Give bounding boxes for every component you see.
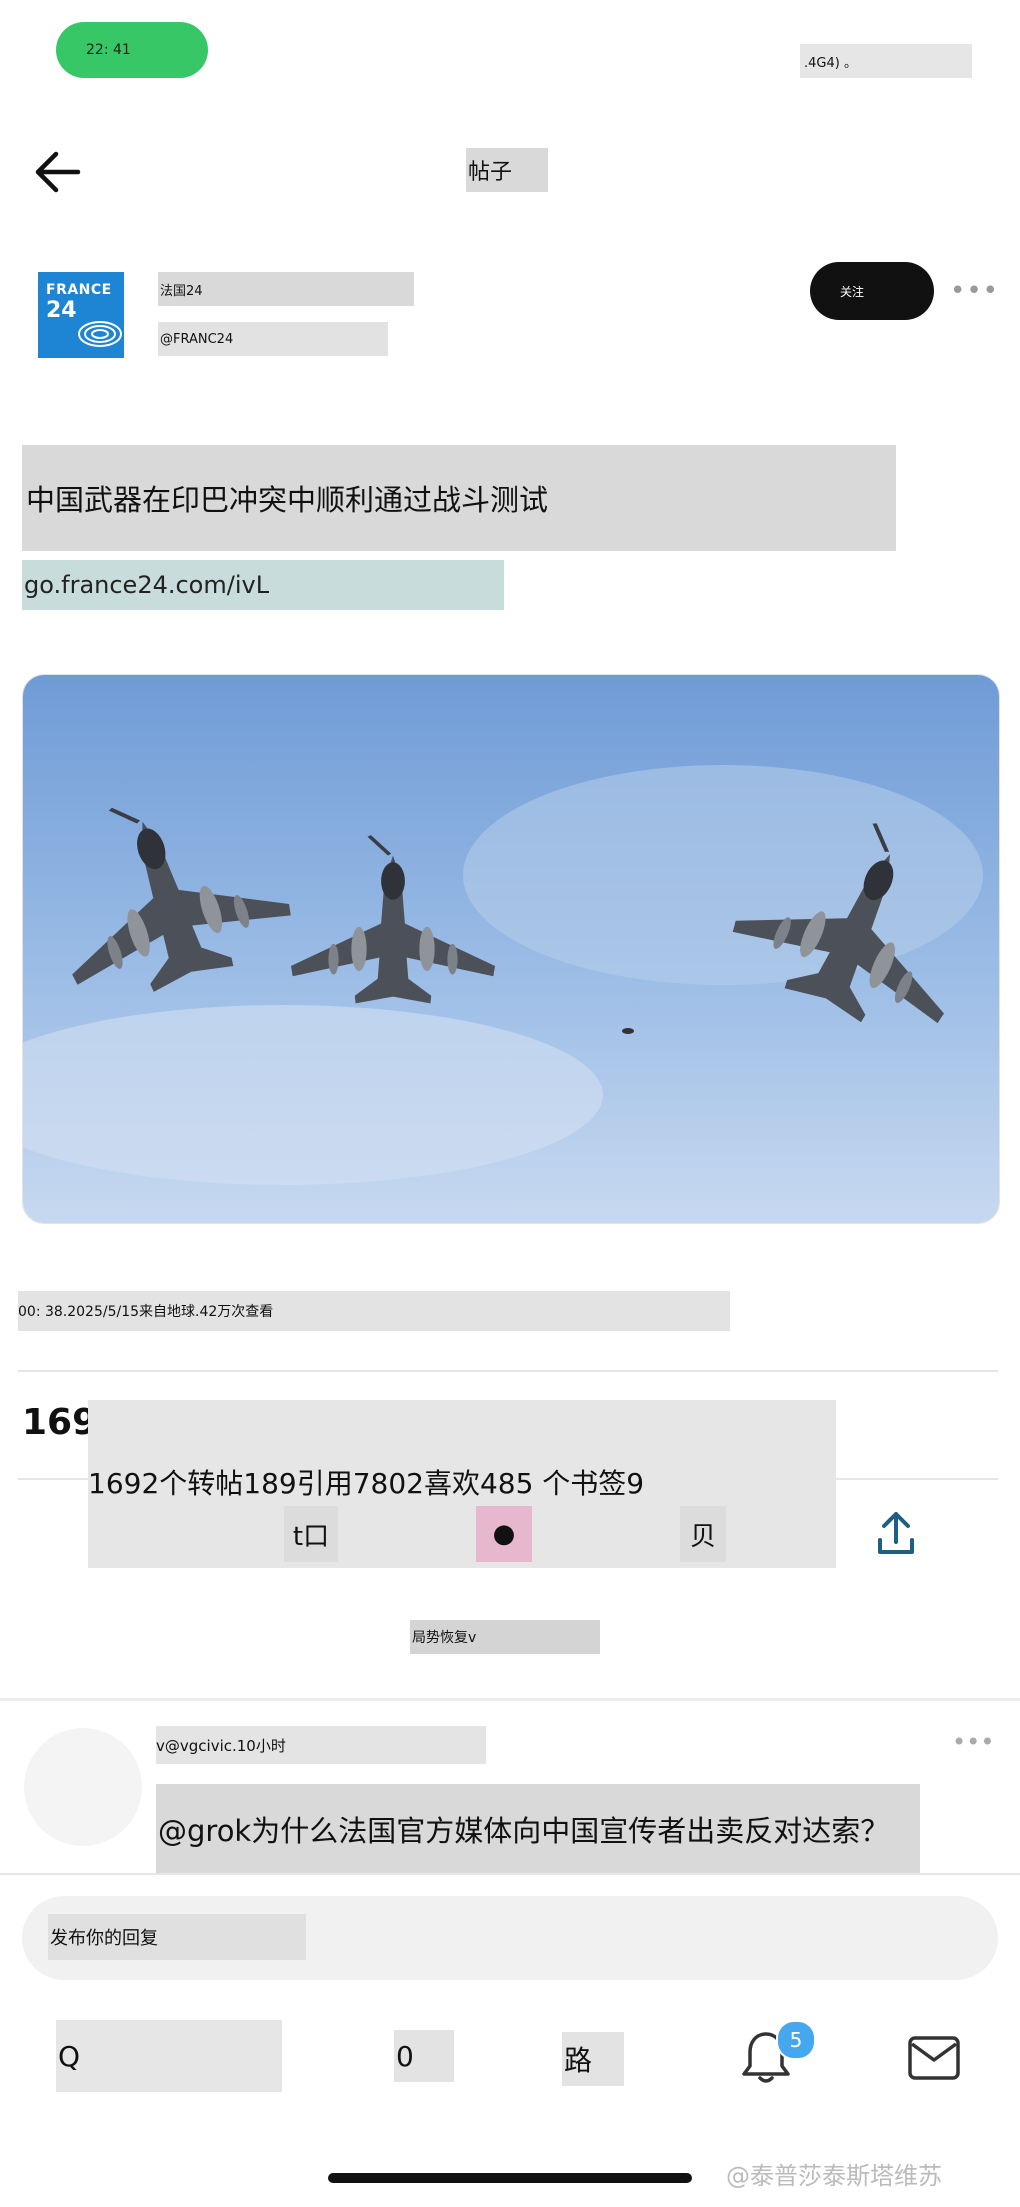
replies-sort-label[interactable]: 局势恢复v bbox=[410, 1620, 600, 1654]
author-handle[interactable]: @FRANC24 bbox=[158, 322, 388, 356]
avatar-logo-line1: FRANCE bbox=[46, 282, 112, 298]
notifications-badge: 5 bbox=[776, 2020, 816, 2060]
page-title: 帖子 bbox=[466, 148, 548, 192]
watermark: @泰普莎泰斯塔维苏 bbox=[726, 2162, 942, 2190]
avatar[interactable]: FRANCE 24 bbox=[38, 272, 124, 358]
author-name[interactable]: 法国24 bbox=[158, 272, 414, 306]
divider bbox=[18, 1370, 998, 1372]
post-text: 中国武器在印巴冲突中顺利通过战斗测试 bbox=[22, 445, 896, 551]
bookmark-button[interactable]: 贝 bbox=[680, 1506, 726, 1562]
follow-button[interactable]: 关注 bbox=[810, 262, 934, 320]
divider bbox=[0, 1873, 1020, 1875]
post-link[interactable]: go.france24.com/ivL bbox=[22, 560, 504, 610]
back-arrow-icon[interactable] bbox=[32, 148, 84, 196]
nav-search[interactable]: Q bbox=[56, 2020, 282, 2092]
reply-placeholder: 发布你的回复 bbox=[48, 1914, 306, 1960]
retweet-button[interactable]: t口 bbox=[284, 1506, 338, 1562]
more-options-icon[interactable]: ••• bbox=[950, 276, 998, 306]
comment-more-icon[interactable]: ••• bbox=[952, 1728, 994, 1756]
engagement-stats: 1692个转帖189引用7802喜欢485 个书签9 t口 ● 贝 bbox=[88, 1400, 836, 1568]
post-timestamp-views: 00: 38.2025/5/15来自地球.42万次查看 bbox=[18, 1291, 730, 1331]
status-indicators: .4G4) 。 bbox=[800, 44, 972, 78]
like-button[interactable]: ● bbox=[476, 1506, 532, 1562]
reply-input[interactable]: 发布你的回复 bbox=[22, 1896, 998, 1980]
share-icon[interactable] bbox=[868, 1506, 924, 1562]
broadcast-waves-icon bbox=[78, 321, 122, 347]
engagement-stats-text: 1692个转帖189引用7802喜欢485 个书签9 bbox=[88, 1467, 645, 1500]
messages-envelope-icon[interactable] bbox=[906, 2034, 962, 2082]
comment-text: @grok为什么法国官方媒体向中国宣传者出卖反对达索？ bbox=[156, 1784, 920, 1874]
nav-grok[interactable]: 0 bbox=[394, 2030, 454, 2082]
commenter-avatar[interactable] bbox=[24, 1728, 142, 1846]
post-image[interactable] bbox=[22, 674, 1000, 1224]
stats-count-partial: 169 bbox=[22, 1402, 98, 1443]
home-indicator[interactable] bbox=[328, 2173, 692, 2183]
nav-communities[interactable]: 路 bbox=[562, 2032, 624, 2086]
status-time: 22: 41 bbox=[56, 22, 208, 78]
divider bbox=[0, 1698, 1020, 1701]
comment-author-meta[interactable]: v@vgcivic.10小时 bbox=[156, 1726, 486, 1764]
